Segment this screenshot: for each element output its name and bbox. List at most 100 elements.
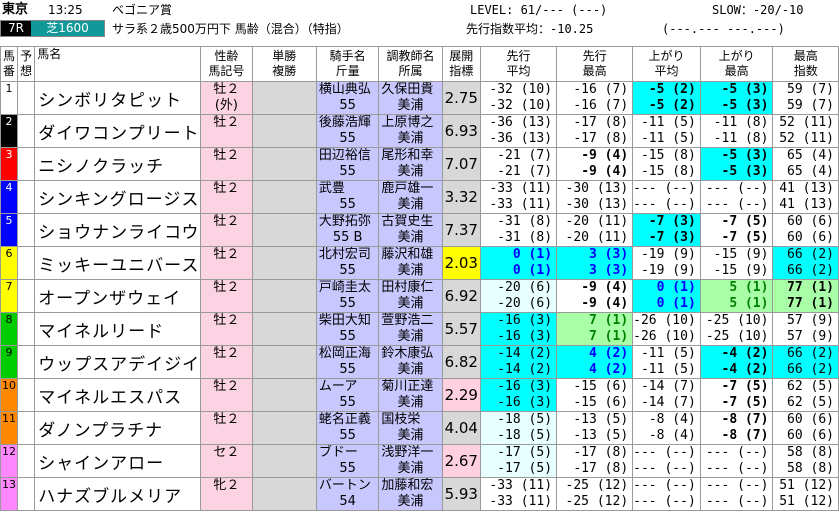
senko-average-value: -16 (3) — [497, 395, 553, 410]
horse-mark: (外) — [214, 98, 238, 113]
odds-cell — [251, 180, 317, 214]
senko-max-value: -15 (6) — [573, 395, 629, 410]
senko-max-value: -20 (11) — [565, 230, 629, 245]
horse-name[interactable]: ウップスアデイジイ — [34, 345, 202, 379]
agari-max-cell: -4 (2) -4 (2) — [699, 345, 774, 379]
senko-max-cell: -20 (11) -20 (11) — [556, 213, 634, 247]
yoso-cell[interactable] — [17, 411, 36, 445]
agari-max-cell: -15 (9) -15 (9) — [699, 246, 774, 280]
col-max-index: 最高 指数 — [772, 46, 839, 82]
max-index-value: 60 (6) — [787, 214, 834, 230]
agari-average-value: -7 (3) — [648, 214, 696, 230]
horse-name[interactable]: ニシノクラッチ — [34, 147, 202, 181]
horse-name[interactable]: ミッキーユニバース — [34, 246, 202, 280]
sex-age-cell: 牡２ — [200, 147, 253, 181]
jockey-cell: 蛯名正義 55 — [315, 411, 380, 445]
horse-name[interactable]: オープンザウェイ — [34, 279, 202, 313]
table-row[interactable]: 11 ダノンプラチナ 牡２ 蛯名正義 55 国枝栄 美浦 4.04 -18 (5) -18 (5)… — [0, 411, 839, 445]
table-row[interactable]: 6 ミッキーユニバース 牡２ 北村宏司 55 藤沢和雄 美浦 2.03 0 (1) 0 (1) 3 … — [0, 246, 839, 280]
agari-average-cell: -26 (10) -26 (10) — [632, 312, 701, 346]
horse-name[interactable]: マイネルエスパス — [34, 378, 202, 412]
jockey-name: ブドー — [318, 445, 358, 461]
yoso-cell[interactable] — [17, 345, 36, 379]
yoso-cell[interactable] — [17, 279, 36, 313]
senko-max-value: 3 (3) — [589, 247, 629, 263]
trainer-cell: 萱野浩二 美浦 — [378, 312, 443, 346]
table-row[interactable]: 8 マイネルリード 牡２ 柴田大知 55 萱野浩二 美浦 5.57 -16 (3) -16 (3)… — [0, 312, 839, 346]
horse-name[interactable]: ダノンプラチナ — [34, 411, 202, 445]
yoso-cell[interactable] — [17, 114, 36, 148]
table-row[interactable]: 1 シンボリタピット 牡２ (外) 横山典弘 55 久保田貴 美浦 2.75 -32 (10) -3… — [0, 81, 839, 115]
umaban-cell: 8 — [0, 312, 19, 346]
horse-name[interactable]: シャインアロー — [34, 444, 202, 478]
trainer-location: 美浦 — [397, 461, 424, 476]
tenkai-index: 6.93 — [441, 114, 481, 148]
senko-max-cell: -15 (6) -15 (6) — [556, 378, 634, 412]
horse-name[interactable]: ダイワコンプリート — [34, 114, 202, 148]
jockey-name: 横山典弘 — [318, 82, 371, 98]
agari-average-value: -14 (7) — [640, 395, 696, 410]
trainer-location: 美浦 — [397, 263, 424, 278]
agari-max-cell: --- (--) --- (--) — [699, 180, 774, 214]
senko-max-cell: 4 (2) 4 (2) — [556, 345, 634, 379]
senko-max-cell: -17 (8) -17 (8) — [556, 444, 634, 478]
yoso-cell[interactable] — [17, 213, 36, 247]
senko-max-value: -17 (8) — [573, 461, 629, 476]
race-header: 東京 13:25 ベゴニア賞 LEVEL: 61/--- (---) SLOW：… — [0, 0, 839, 38]
senko-max-value: 4 (2) — [589, 362, 629, 377]
agari-max-value: -25 (10) — [705, 313, 769, 329]
agari-average-cell: -11 (5) -11 (5) — [632, 114, 701, 148]
max-index-cell: 41 (13) 41 (13) — [772, 180, 839, 214]
sex-age: 牡２ — [213, 379, 240, 395]
sex-age-cell: 牡２ — [200, 180, 253, 214]
yoso-cell[interactable] — [17, 246, 36, 280]
jockey-weight: 55 — [339, 362, 356, 377]
table-row[interactable]: 9 ウップスアデイジイ 牡２ 松岡正海 55 鈴木康弘 美浦 6.82 -14 (2) -14 (… — [0, 345, 839, 379]
table-row[interactable]: 3 ニシノクラッチ 牡２ 田辺裕信 55 尾形和幸 美浦 7.07 -21 (7) -21 (7)… — [0, 147, 839, 181]
horse-name[interactable]: ショウナンライコウ — [34, 213, 202, 247]
yoso-cell[interactable] — [17, 180, 36, 214]
yoso-cell[interactable] — [17, 477, 36, 511]
yoso-cell[interactable] — [17, 444, 36, 478]
max-index-value: 57 (9) — [787, 329, 834, 344]
horse-name[interactable]: シンボリタピット — [34, 81, 202, 115]
max-index-cell: 65 (4) 65 (4) — [772, 147, 839, 181]
col-odds: 単勝 複勝 — [251, 46, 317, 82]
agari-average-cell: -11 (5) -11 (5) — [632, 345, 701, 379]
umaban-cell: 1 — [0, 81, 19, 115]
senko-average-cell: -21 (7) -21 (7) — [479, 147, 558, 181]
yoso-cell[interactable] — [17, 378, 36, 412]
jockey-weight: 55 — [339, 329, 356, 344]
trainer-cell: 鹿戸雄一 美浦 — [378, 180, 443, 214]
umaban-cell: 10 — [0, 378, 19, 412]
horse-name[interactable]: シンキングロージス — [34, 180, 202, 214]
odds-cell — [251, 147, 317, 181]
agari-average-cell: --- (--) --- (--) — [632, 180, 701, 214]
table-row[interactable]: 2 ダイワコンプリート 牡２ 後藤浩輝 55 上原博之 美浦 6.93 -36 (13) -36 … — [0, 114, 839, 148]
table-row[interactable]: 7 オープンザウェイ 牡２ 戸崎圭太 55 田村康仁 美浦 6.92 -20 (6) -20 (6… — [0, 279, 839, 313]
trainer-cell: 国枝栄 美浦 — [378, 411, 443, 445]
max-index-value: 65 (4) — [787, 148, 834, 164]
table-row[interactable]: 5 ショウナンライコウ 牡２ 大野拓弥 55 B 古賀史生 美浦 7.37 -31 (8) -31… — [0, 213, 839, 247]
max-index-cell: 57 (9) 57 (9) — [772, 312, 839, 346]
jockey-weight: 55 — [339, 461, 356, 476]
yoso-cell[interactable] — [17, 147, 36, 181]
yoso-cell[interactable] — [17, 312, 36, 346]
trainer-name: 国枝栄 — [381, 412, 421, 428]
table-row[interactable]: 13 ハナズブルメリア 牝２ バートン 54 加藤和宏 美浦 5.93 -33 (11) -33 … — [0, 477, 839, 511]
trainer-cell: 田村康仁 美浦 — [378, 279, 443, 313]
trainer-location: 美浦 — [397, 395, 424, 410]
table-row[interactable]: 12 シャインアロー セ２ ブドー 55 浅野洋一 美浦 2.67 -17 (5) -17 (5)… — [0, 444, 839, 478]
agari-max-value: -15 (9) — [713, 263, 769, 278]
trainer-location: 美浦 — [397, 296, 424, 311]
horse-name[interactable]: マイネルリード — [34, 312, 202, 346]
table-row[interactable]: 4 シンキングロージス 牡２ 武豊 55 鹿戸雄一 美浦 3.32 -33 (11) -33 (1… — [0, 180, 839, 214]
umaban-number: 12 — [2, 445, 17, 459]
senko-average-value: -16 (3) — [497, 313, 553, 329]
yoso-cell[interactable] — [17, 81, 36, 115]
table-row[interactable]: 10 マイネルエスパス 牡２ ムーア 55 菊川正達 美浦 2.29 -16 (3) -16 (3… — [0, 378, 839, 412]
horse-name[interactable]: ハナズブルメリア — [34, 477, 202, 511]
senko-max-value: -30 (13) — [565, 181, 629, 197]
sex-age: 牝２ — [213, 478, 240, 494]
horse-mark — [202, 131, 251, 147]
